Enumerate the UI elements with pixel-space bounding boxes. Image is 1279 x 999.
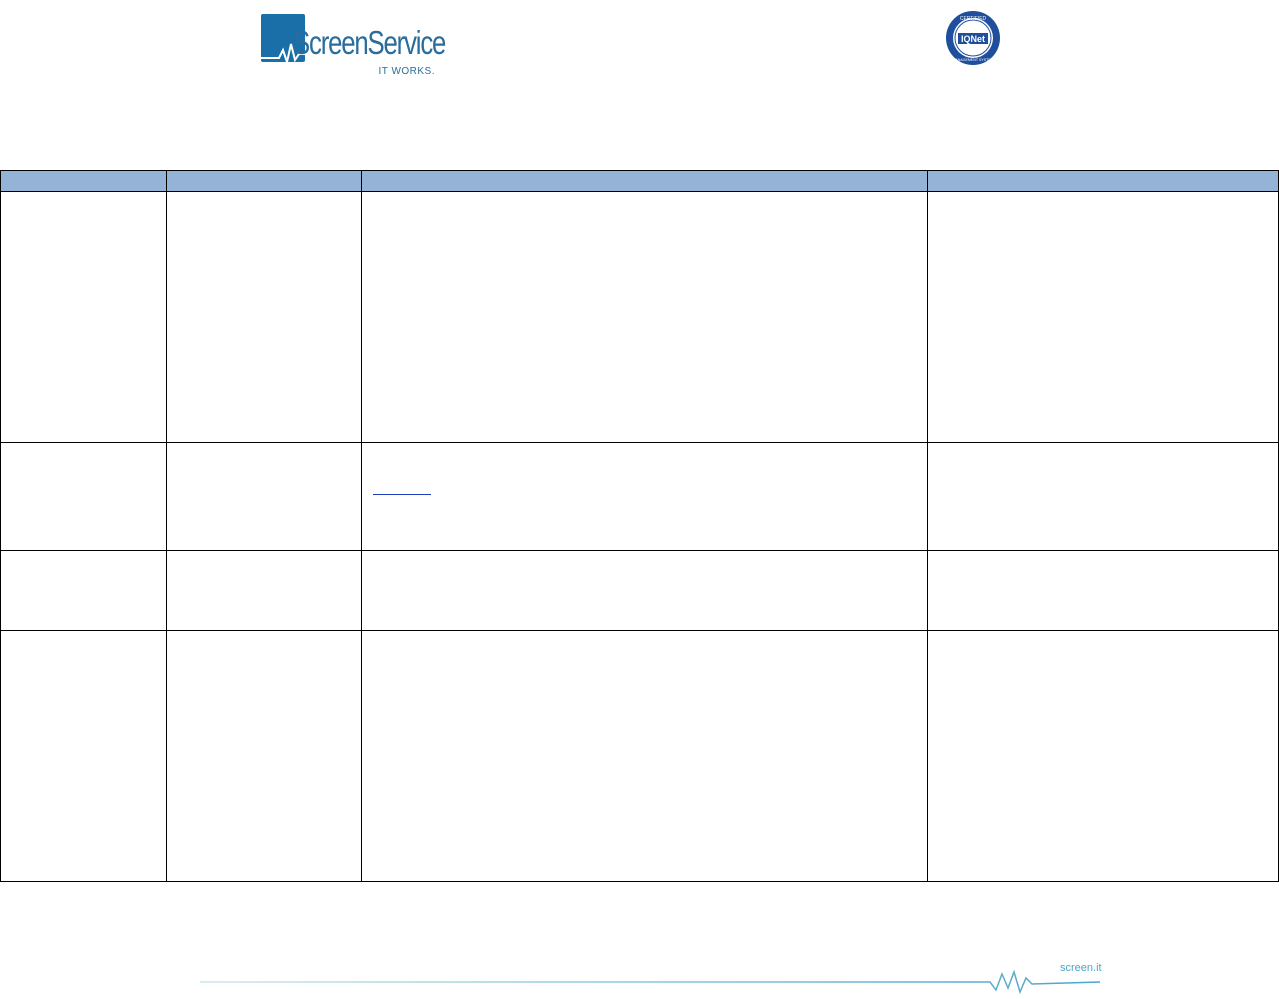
logo-tagline: IT WORKS. [378, 66, 435, 77]
page-footer: screen.it [200, 958, 1110, 995]
logo-wordmark: ScreenService [293, 24, 446, 61]
screenservice-logo: ScreenService IT WORKS. [261, 14, 446, 78]
table-border-left [0, 170, 1, 882]
table-border-bottom [0, 881, 1279, 882]
column-divider [361, 170, 362, 882]
row-divider [0, 630, 1279, 631]
iqnet-seal-icon: IQNet CERTIFIED MANAGEMENT SYSTEM [946, 11, 1000, 65]
row-divider [0, 550, 1279, 551]
column-divider [166, 170, 167, 882]
table-header-row [0, 170, 1279, 191]
seal-bottom-text: MANAGEMENT SYSTEM [952, 58, 993, 62]
table-border-top [0, 170, 1279, 171]
header-divider [0, 191, 1279, 192]
footer-site: screen.it [1060, 962, 1102, 974]
document-table [0, 170, 1279, 882]
seal-top-text: CERTIFIED [960, 16, 987, 22]
seal-name: IQNet [961, 34, 985, 44]
footer-heartbeat-line [200, 969, 1101, 995]
column-divider [927, 170, 928, 882]
row-divider [0, 442, 1279, 443]
document-link[interactable] [373, 480, 431, 495]
